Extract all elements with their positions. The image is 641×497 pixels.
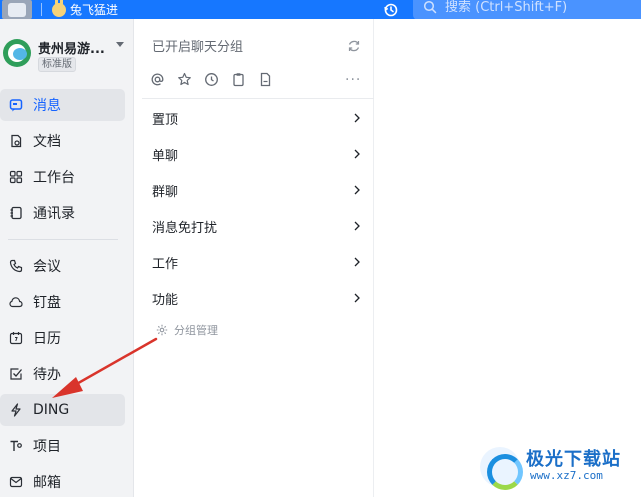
workbench-icon	[9, 170, 23, 184]
gear-icon	[156, 324, 168, 336]
phone-icon	[9, 259, 23, 273]
nav-divider	[8, 239, 118, 240]
group-row-work[interactable]: 工作	[142, 245, 368, 279]
watermark-title: 极光下载站	[526, 449, 621, 470]
caret-down-icon[interactable]	[116, 42, 124, 47]
nav-item-workbench[interactable]: 工作台	[0, 161, 125, 193]
file-icon[interactable]	[258, 72, 273, 87]
nav-label: 项目	[33, 439, 61, 455]
nav-item-ding[interactable]: DING	[0, 394, 125, 426]
more-icon[interactable]: ···	[345, 72, 361, 88]
group-label: 工作	[152, 256, 179, 272]
app-avatar[interactable]	[2, 0, 32, 19]
nav-label: 会议	[33, 259, 61, 275]
nav-item-calendar[interactable]: 日历	[0, 322, 125, 354]
chat-group-panel: 已开启聊天分组 ··· 置顶 单聊 群聊 消息免打扰 工作 功能 分组管理	[134, 19, 374, 497]
nav-item-todo[interactable]: 待办	[0, 358, 125, 390]
nav-item-mail[interactable]: 邮箱	[0, 466, 125, 497]
nav-label: 日历	[33, 331, 61, 347]
nav-label: 工作台	[33, 170, 75, 186]
chevron-right-icon	[354, 221, 360, 231]
manage-groups-button[interactable]: 分组管理	[156, 322, 218, 338]
nav-item-project[interactable]: 项目	[0, 430, 125, 462]
nav-item-messages[interactable]: 消息	[0, 89, 125, 121]
nav-label: 通讯录	[33, 206, 75, 222]
group-row-pinned[interactable]: 置顶	[142, 101, 368, 135]
topbar-divider	[41, 3, 42, 16]
group-label: 消息免打扰	[152, 220, 218, 236]
group-label: 功能	[152, 292, 179, 308]
nav-label: 文档	[33, 134, 61, 150]
watermark-url: www.xz7.com	[530, 469, 603, 482]
filter-toolbar	[150, 72, 273, 87]
user-name: 兔飞猛进	[70, 3, 119, 17]
nav-item-drive[interactable]: 钉盘	[0, 286, 125, 318]
search-icon	[423, 0, 437, 14]
org-badge: 标准版	[38, 57, 76, 72]
panel-header: 已开启聊天分组	[152, 40, 244, 55]
nav-item-contacts[interactable]: 通讯录	[0, 197, 125, 229]
nav-label: DING	[33, 402, 70, 418]
lightning-icon	[9, 403, 23, 417]
refresh-icon	[348, 40, 360, 52]
clock-icon[interactable]	[204, 72, 219, 87]
org-logo	[3, 39, 31, 67]
chevron-right-icon	[354, 113, 360, 123]
watermark-logo	[480, 447, 523, 490]
clipboard-icon[interactable]	[231, 72, 246, 87]
cloud-icon	[9, 295, 23, 309]
manage-label: 分组管理	[174, 324, 218, 337]
top-bar: 兔飞猛进	[0, 0, 641, 20]
chevron-right-icon	[354, 293, 360, 303]
org-switcher[interactable]: 贵州易游... 标准版	[0, 36, 134, 76]
project-icon	[9, 439, 23, 453]
group-label: 置顶	[152, 112, 179, 128]
chevron-right-icon	[354, 257, 360, 267]
message-icon	[9, 98, 23, 112]
nav-label: 钉盘	[33, 295, 61, 311]
mail-icon	[9, 475, 23, 489]
chevron-right-icon	[354, 185, 360, 195]
chevron-right-icon	[354, 149, 360, 159]
document-icon	[9, 134, 23, 148]
todo-icon	[9, 367, 23, 381]
star-icon[interactable]	[177, 72, 192, 87]
nav-label: 消息	[33, 98, 61, 114]
group-label: 群聊	[152, 184, 179, 200]
panel-divider	[142, 98, 374, 99]
group-row-functions[interactable]: 功能	[142, 281, 368, 315]
nav-label: 邮箱	[33, 475, 61, 491]
refresh-button[interactable]	[347, 38, 361, 52]
group-row-do-not-disturb[interactable]: 消息免打扰	[142, 209, 368, 243]
site-watermark: 极光下载站 www.xz7.com	[478, 441, 638, 493]
user-profile[interactable]: 兔飞猛进	[52, 0, 118, 19]
content-area	[375, 19, 641, 497]
search-input[interactable]	[445, 0, 635, 15]
group-row-group-chat[interactable]: 群聊	[142, 173, 368, 207]
nav-label: 待办	[33, 367, 61, 383]
at-icon[interactable]	[150, 72, 165, 87]
left-sidebar: 贵州易游... 标准版 消息 文档 工作台 通讯录 会议 钉盘 日历 待办 DI…	[0, 19, 134, 497]
org-name: 贵州易游...	[38, 42, 105, 57]
bunny-icon	[52, 0, 66, 17]
nav-item-documents[interactable]: 文档	[0, 125, 125, 157]
history-icon	[384, 3, 398, 16]
group-label: 单聊	[152, 148, 179, 164]
calendar-icon	[9, 331, 23, 345]
history-button[interactable]	[381, 0, 401, 19]
nav-item-meeting[interactable]: 会议	[0, 250, 125, 282]
search-bar[interactable]	[413, 0, 641, 20]
group-row-single-chat[interactable]: 单聊	[142, 137, 368, 171]
contacts-icon	[9, 206, 23, 220]
